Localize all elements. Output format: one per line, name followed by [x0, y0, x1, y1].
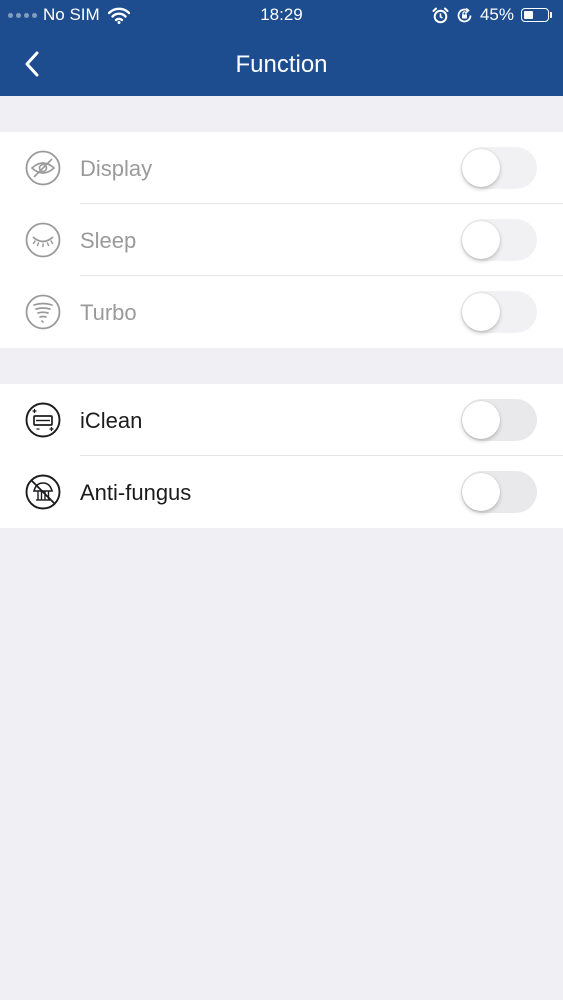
- page-title: Function: [235, 51, 328, 78]
- header: No SIM 18:29 45% Function: [0, 0, 563, 96]
- row-anti-fungus: Anti-fungus: [0, 456, 563, 528]
- row-label: Sleep: [80, 228, 137, 253]
- turbo-icon: [25, 294, 61, 330]
- row-label: Turbo: [80, 300, 137, 325]
- rotation-lock-icon: [457, 7, 472, 22]
- iclean-icon: [25, 402, 61, 438]
- alarm-icon: [432, 7, 449, 23]
- row-label: Display: [80, 156, 153, 181]
- eye-off-icon: [25, 150, 61, 186]
- battery-icon: [521, 8, 552, 22]
- row-iclean: iClean: [0, 384, 563, 456]
- turbo-toggle[interactable]: [461, 291, 537, 333]
- row-turbo: Turbo: [0, 276, 563, 348]
- anti-fungus-icon: [25, 474, 61, 510]
- status-bar: No SIM 18:29 45%: [0, 0, 563, 30]
- row-label: Anti-fungus: [80, 480, 192, 505]
- anti-fungus-toggle[interactable]: [461, 471, 537, 513]
- display-toggle[interactable]: [461, 147, 537, 189]
- toggle-knob: [462, 401, 500, 439]
- toggle-knob: [462, 293, 500, 331]
- row-sleep: Sleep: [0, 204, 563, 276]
- toggle-knob: [462, 221, 500, 259]
- sleep-icon: [25, 222, 61, 258]
- toggle-knob: [462, 149, 500, 187]
- iclean-toggle[interactable]: [461, 399, 537, 441]
- status-right: 45%: [432, 5, 552, 25]
- function-group-2: iClean Anti-fungus: [0, 384, 563, 528]
- row-display: Display: [0, 132, 563, 204]
- toggle-knob: [462, 473, 500, 511]
- function-group-1: Display Sleep Turbo: [0, 132, 563, 348]
- sleep-toggle[interactable]: [461, 219, 537, 261]
- battery-percent: 45%: [479, 5, 514, 24]
- nav-bar: Function: [0, 32, 563, 96]
- row-label: iClean: [80, 408, 143, 433]
